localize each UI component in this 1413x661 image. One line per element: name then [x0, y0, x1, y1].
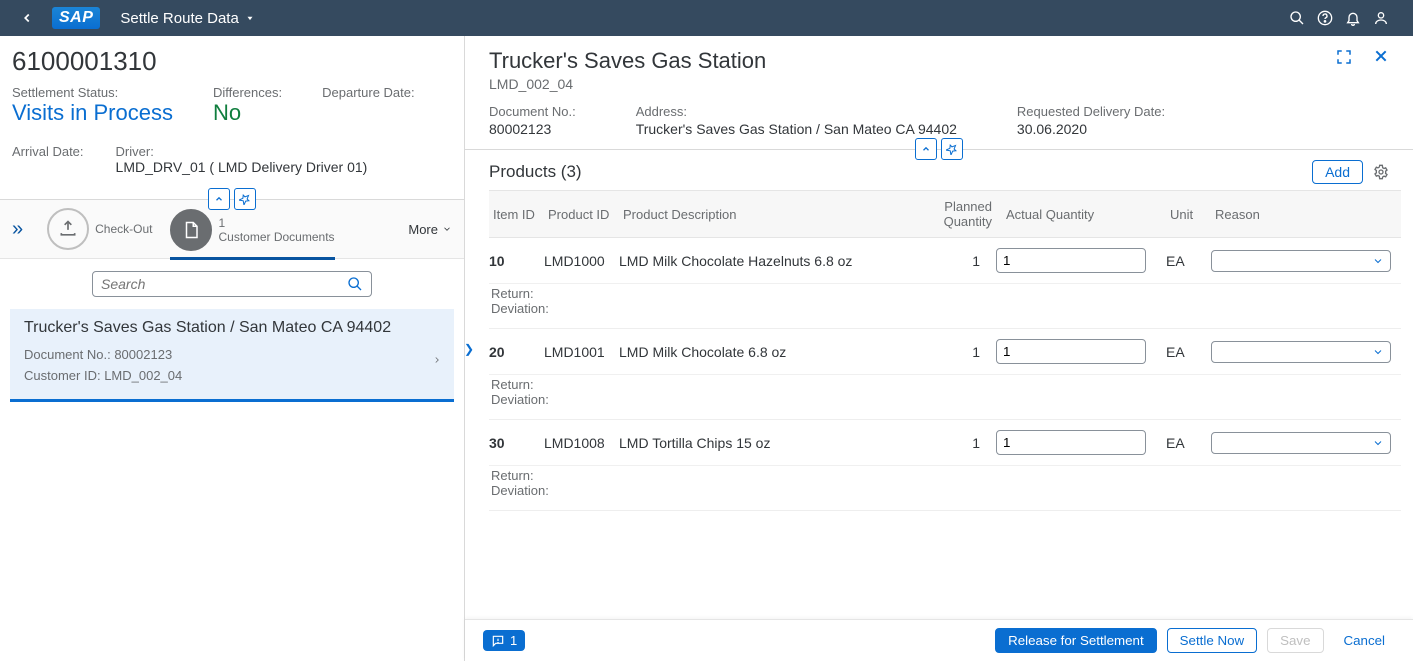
fullscreen-icon[interactable]	[1335, 48, 1353, 66]
planned-qty: 1	[916, 344, 996, 360]
card-doc: 80002123	[114, 347, 172, 362]
product-id: LMD1001	[544, 344, 619, 360]
docs-count: 1	[218, 216, 334, 230]
product-desc: LMD Milk Chocolate Hazelnuts 6.8 oz	[619, 253, 916, 269]
collapse-header-button[interactable]	[208, 188, 230, 210]
chevron-down-icon	[442, 224, 452, 234]
detail-title: Trucker's Saves Gas Station	[489, 48, 766, 74]
search-submit-icon[interactable]	[347, 276, 363, 292]
upload-icon	[47, 208, 89, 250]
settle-now-button[interactable]: Settle Now	[1167, 628, 1257, 653]
help-icon[interactable]	[1317, 10, 1345, 26]
reason-select[interactable]	[1211, 250, 1391, 272]
product-desc: LMD Milk Chocolate 6.8 oz	[619, 344, 916, 360]
card-cust-label: Customer ID:	[24, 368, 104, 383]
doc-no-label: Document No.:	[489, 104, 576, 119]
pin-detail-button[interactable]	[941, 138, 963, 160]
collapse-detail-button[interactable]	[915, 138, 937, 160]
row-sublines: Return:Deviation:	[489, 284, 1401, 329]
checkout-tab-label: Check-Out	[95, 222, 152, 236]
item-id: 20	[489, 344, 544, 360]
docs-label: Customer Documents	[218, 230, 334, 244]
add-product-button[interactable]: Add	[1312, 160, 1363, 184]
expand-tabs-icon[interactable]: »	[12, 218, 29, 241]
search-input[interactable]	[101, 276, 347, 292]
table-settings-icon[interactable]	[1373, 164, 1389, 180]
shell-title[interactable]: Settle Route Data	[120, 10, 254, 27]
unit: EA	[1166, 344, 1211, 360]
product-id: LMD1000	[544, 253, 619, 269]
save-button: Save	[1267, 628, 1323, 653]
table-row: 30 LMD1008 LMD Tortilla Chips 15 oz 1 EA	[489, 420, 1401, 466]
diff-value: No	[213, 100, 282, 126]
unit: EA	[1166, 435, 1211, 451]
nav-back-button[interactable]	[12, 11, 42, 25]
shell-title-text: Settle Route Data	[120, 10, 238, 27]
actual-qty-input[interactable]	[996, 430, 1146, 455]
user-icon[interactable]	[1373, 10, 1401, 26]
chevron-right-icon	[432, 355, 442, 365]
doc-no-value: 80002123	[489, 121, 576, 137]
comments-button[interactable]: 1	[483, 630, 525, 651]
customer-docs-tab[interactable]: 1 Customer Documents	[170, 209, 334, 260]
checkout-tab[interactable]: Check-Out	[47, 208, 152, 250]
actual-qty-input[interactable]	[996, 339, 1146, 364]
actual-qty-input[interactable]	[996, 248, 1146, 273]
route-number: 6100001310	[12, 46, 452, 77]
card-cust: LMD_002_04	[104, 368, 182, 383]
customer-card[interactable]: Trucker's Saves Gas Station / San Mateo …	[10, 309, 454, 402]
split-handle[interactable]: ❯	[464, 342, 474, 356]
reason-select[interactable]	[1211, 341, 1391, 363]
row-sublines: Return:Deviation:	[489, 375, 1401, 420]
row-sublines: Return:Deviation:	[489, 466, 1401, 511]
diff-label: Differences:	[213, 85, 282, 100]
planned-qty: 1	[916, 253, 996, 269]
arrival-label: Arrival Date:	[12, 144, 84, 159]
caret-down-icon	[245, 13, 255, 23]
depart-label: Departure Date:	[322, 85, 415, 100]
table-row: 10 LMD1000 LMD Milk Chocolate Hazelnuts …	[489, 238, 1401, 284]
addr-label: Address:	[636, 104, 957, 119]
status-label: Settlement Status:	[12, 85, 173, 100]
notification-icon[interactable]	[1345, 10, 1373, 26]
card-doc-label: Document No.:	[24, 347, 114, 362]
product-id: LMD1008	[544, 435, 619, 451]
item-id: 30	[489, 435, 544, 451]
pin-header-button[interactable]	[234, 188, 256, 210]
cancel-button[interactable]: Cancel	[1334, 629, 1396, 652]
search-icon[interactable]	[1289, 10, 1317, 26]
more-tabs[interactable]: More	[408, 222, 452, 237]
status-value[interactable]: Visits in Process	[12, 100, 173, 126]
planned-qty: 1	[916, 435, 996, 451]
product-desc: LMD Tortilla Chips 15 oz	[619, 435, 916, 451]
table-row: 20 LMD1001 LMD Milk Chocolate 6.8 oz 1 E…	[489, 329, 1401, 375]
table-header: Item ID Product ID Product Description P…	[489, 190, 1401, 238]
driver-label: Driver:	[116, 144, 368, 159]
req-date-value: 30.06.2020	[1017, 121, 1165, 137]
detail-subtitle: LMD_002_04	[489, 76, 766, 92]
close-detail-icon[interactable]	[1373, 48, 1389, 66]
search-field[interactable]	[92, 271, 372, 297]
products-heading: Products (3)	[489, 162, 582, 182]
reason-select[interactable]	[1211, 432, 1391, 454]
item-id: 10	[489, 253, 544, 269]
req-date-label: Requested Delivery Date:	[1017, 104, 1165, 119]
release-button[interactable]: Release for Settlement	[995, 628, 1157, 653]
sap-logo: SAP	[52, 7, 100, 29]
addr-value: Trucker's Saves Gas Station / San Mateo …	[636, 121, 957, 137]
document-icon	[170, 209, 212, 251]
driver-value: LMD_DRV_01 ( LMD Delivery Driver 01)	[116, 159, 368, 175]
card-title: Trucker's Saves Gas Station / San Mateo …	[24, 319, 440, 337]
unit: EA	[1166, 253, 1211, 269]
